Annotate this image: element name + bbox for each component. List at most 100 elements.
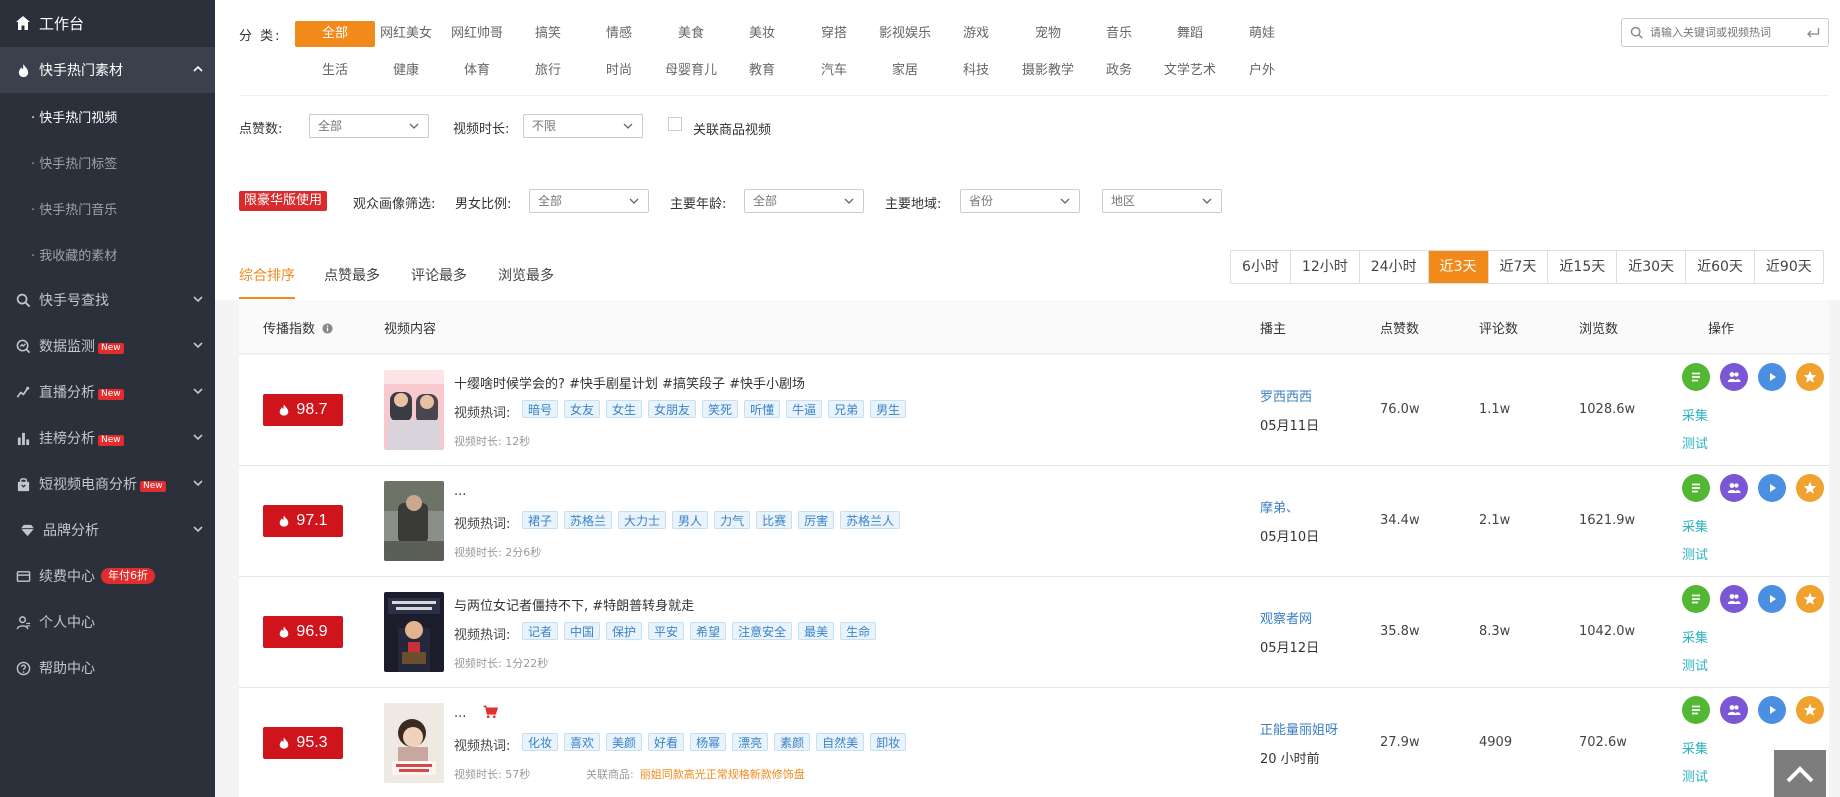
category-item[interactable]: 母婴育儿: [651, 58, 731, 84]
keyword-tag[interactable]: 最美: [798, 622, 835, 640]
author-link[interactable]: 观察者网: [1260, 608, 1312, 627]
sort-tab-overall[interactable]: 综合排序: [239, 265, 295, 285]
sidebar-item-brand-analysis[interactable]: 品牌分析: [0, 507, 215, 553]
sidebar-item-renewal-center[interactable]: 续费中心 年付6折: [0, 553, 215, 599]
keyword-tag[interactable]: 兄弟: [828, 400, 865, 418]
sidebar-item-workbench[interactable]: 工作台: [0, 0, 215, 46]
category-item[interactable]: 舞蹈: [1150, 21, 1230, 47]
area-select[interactable]: 地区: [1102, 189, 1222, 213]
category-item[interactable]: 政务: [1079, 58, 1159, 84]
play-button[interactable]: [1758, 696, 1786, 724]
sort-tab-most-views[interactable]: 浏览最多: [498, 265, 554, 285]
time-range-option[interactable]: 12小时: [1291, 251, 1360, 283]
video-thumbnail[interactable]: [384, 370, 444, 450]
collect-link[interactable]: 采集: [1682, 738, 1708, 757]
play-button[interactable]: [1758, 474, 1786, 502]
category-item[interactable]: 音乐: [1079, 21, 1159, 47]
category-item[interactable]: 网红帅哥: [437, 21, 517, 47]
time-range-option[interactable]: 近7天: [1489, 251, 1549, 283]
category-item[interactable]: 汽车: [794, 58, 874, 84]
sidebar-sub-hot-music[interactable]: · 快手热门音乐: [0, 185, 215, 231]
star-button[interactable]: [1796, 363, 1824, 391]
info-icon[interactable]: [322, 323, 333, 334]
keyword-tag[interactable]: 素颜: [774, 733, 811, 751]
sidebar-sub-hot-tags[interactable]: · 快手热门标签: [0, 139, 215, 185]
sort-tab-most-likes[interactable]: 点赞最多: [324, 265, 380, 285]
sidebar-item-live-analysis[interactable]: 直播分析 New: [0, 369, 215, 415]
sidebar-item-help-center[interactable]: 帮助中心: [0, 645, 215, 691]
category-item[interactable]: 摄影教学: [1008, 58, 1088, 84]
time-range-option[interactable]: 近90天: [1755, 251, 1823, 283]
people-button[interactable]: [1720, 474, 1748, 502]
keyword-tag[interactable]: 男人: [672, 511, 709, 529]
keyword-tag[interactable]: 保护: [606, 622, 643, 640]
star-button[interactable]: [1796, 696, 1824, 724]
keyword-tag[interactable]: 注意安全: [732, 622, 793, 640]
keyword-tag[interactable]: 苏格兰人: [840, 511, 901, 529]
people-button[interactable]: [1720, 696, 1748, 724]
video-thumbnail[interactable]: [384, 481, 444, 561]
keyword-tag[interactable]: 听懂: [744, 400, 781, 418]
test-link[interactable]: 测试: [1682, 544, 1708, 563]
video-title[interactable]: ...: [454, 484, 466, 499]
time-range-option[interactable]: 近30天: [1617, 251, 1687, 283]
sidebar-item-data-monitor[interactable]: 数据监测 New: [0, 323, 215, 369]
back-to-top-button[interactable]: [1774, 750, 1826, 797]
collect-link[interactable]: 采集: [1682, 627, 1708, 646]
keyword-tag[interactable]: 杨幂: [690, 733, 727, 751]
keyword-tag[interactable]: 暗号: [522, 400, 559, 418]
keyword-tag[interactable]: 希望: [690, 622, 727, 640]
list-button[interactable]: [1682, 585, 1710, 613]
test-link[interactable]: 测试: [1682, 655, 1708, 674]
keyword-tag[interactable]: 记者: [522, 622, 559, 640]
search-input[interactable]: [1650, 26, 1800, 39]
keyword-tag[interactable]: 女友: [564, 400, 601, 418]
keyword-tag[interactable]: 笑死: [702, 400, 739, 418]
age-select[interactable]: 全部: [744, 189, 864, 213]
video-title[interactable]: 十缨啥时候学会的? #快手剧星计划 #搞笑段子 #快手小剧场: [454, 373, 805, 392]
sidebar-item-personal-center[interactable]: 个人中心: [0, 599, 215, 645]
keyword-tag[interactable]: 平安: [648, 622, 685, 640]
time-range-option[interactable]: 近3天: [1428, 251, 1489, 283]
category-item[interactable]: 穿搭: [794, 21, 874, 47]
author-link[interactable]: 正能量丽姐呀: [1260, 719, 1338, 738]
keyword-tag[interactable]: 漂亮: [732, 733, 769, 751]
category-item[interactable]: 网红美女: [366, 21, 446, 47]
category-item[interactable]: 旅行: [508, 58, 588, 84]
play-button[interactable]: [1758, 585, 1786, 613]
sidebar-item-ranking-analysis[interactable]: 挂榜分析 New: [0, 415, 215, 461]
keyword-tag[interactable]: 喜欢: [564, 733, 601, 751]
list-button[interactable]: [1682, 363, 1710, 391]
category-item[interactable]: 搞笑: [508, 21, 588, 47]
category-item[interactable]: 宠物: [1008, 21, 1088, 47]
category-item[interactable]: 全部: [295, 21, 375, 47]
list-button[interactable]: [1682, 696, 1710, 724]
duration-select[interactable]: 不限: [523, 114, 643, 138]
video-thumbnail[interactable]: [384, 592, 444, 672]
linked-product-link[interactable]: 丽姐同款高光正常规格新款修饰盘: [640, 768, 805, 781]
keyword-tag[interactable]: 男生: [870, 400, 907, 418]
category-item[interactable]: 生活: [295, 58, 375, 84]
gender-select[interactable]: 全部: [529, 189, 649, 213]
category-item[interactable]: 家居: [865, 58, 945, 84]
keyword-tag[interactable]: 好看: [648, 733, 685, 751]
video-title[interactable]: ...: [454, 706, 466, 721]
category-item[interactable]: 时尚: [579, 58, 659, 84]
keyword-tag[interactable]: 牛逼: [786, 400, 823, 418]
author-link[interactable]: 摩弟、: [1260, 497, 1299, 516]
keyword-tag[interactable]: 卸妆: [870, 733, 907, 751]
keyword-tag[interactable]: 中国: [564, 622, 601, 640]
video-thumbnail[interactable]: [384, 703, 444, 783]
category-item[interactable]: 美妆: [722, 21, 802, 47]
enter-icon[interactable]: [1806, 27, 1820, 39]
category-item[interactable]: 美食: [651, 21, 731, 47]
keyword-tag[interactable]: 美颜: [606, 733, 643, 751]
test-link[interactable]: 测试: [1682, 766, 1708, 785]
keyword-tag[interactable]: 苏格兰: [564, 511, 613, 529]
time-range-option[interactable]: 24小时: [1360, 251, 1429, 283]
keyword-tag[interactable]: 力气: [714, 511, 751, 529]
keyword-tag[interactable]: 化妆: [522, 733, 559, 751]
category-item[interactable]: 健康: [366, 58, 446, 84]
star-button[interactable]: [1796, 474, 1824, 502]
linked-goods-checkbox[interactable]: [668, 117, 682, 131]
